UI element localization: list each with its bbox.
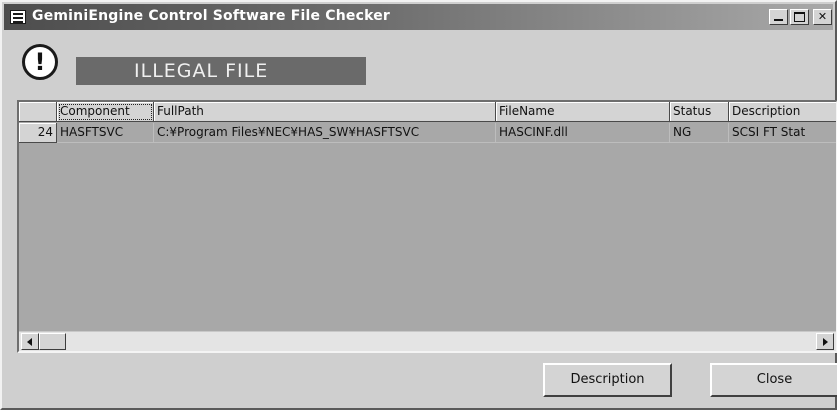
app-icon (10, 10, 26, 24)
scroll-left-button[interactable] (21, 333, 39, 350)
window-title: GeminiEngine Control Software File Check… (32, 8, 391, 24)
row-header-corner[interactable] (19, 102, 57, 122)
minimize-button[interactable] (769, 9, 788, 25)
cell-fullpath[interactable]: C:¥Program Files¥NEC¥HAS_SW¥HASFTSVC (154, 123, 496, 143)
arrow-left-icon (27, 338, 32, 346)
column-header-fullpath[interactable]: FullPath (154, 102, 496, 122)
cell-filename[interactable]: HASCINF.dll (496, 123, 670, 143)
close-icon: ✕ (817, 10, 828, 23)
cell-component[interactable]: HASFTSVC (57, 123, 154, 143)
close-button[interactable]: Close (710, 363, 837, 397)
file-checker-window: GeminiEngine Control Software File Check… (0, 0, 837, 410)
row-number[interactable]: 24 (19, 123, 57, 143)
scroll-right-button[interactable] (816, 333, 834, 350)
column-header-filename[interactable]: FileName (496, 102, 670, 122)
close-window-button[interactable]: ✕ (813, 9, 832, 25)
status-banner: ILLEGAL FILE (76, 57, 366, 85)
warning-icon: ! (22, 44, 58, 80)
maximize-button[interactable] (790, 9, 809, 25)
file-table[interactable]: Component FullPath FileName Status Descr… (17, 100, 837, 353)
title-bar[interactable]: GeminiEngine Control Software File Check… (4, 4, 833, 30)
column-header-description[interactable]: Description (729, 102, 836, 122)
minimize-icon (774, 19, 783, 21)
maximize-icon (794, 12, 805, 22)
cell-description[interactable]: SCSI FT Stat (729, 123, 836, 143)
cell-status[interactable]: NG (670, 123, 729, 143)
column-header-component[interactable]: Component (57, 102, 154, 122)
column-header-status[interactable]: Status (670, 102, 729, 122)
horizontal-scrollbar[interactable] (19, 331, 836, 351)
description-button[interactable]: Description (543, 363, 672, 397)
scroll-thumb[interactable] (39, 333, 66, 350)
arrow-right-icon (823, 338, 828, 346)
